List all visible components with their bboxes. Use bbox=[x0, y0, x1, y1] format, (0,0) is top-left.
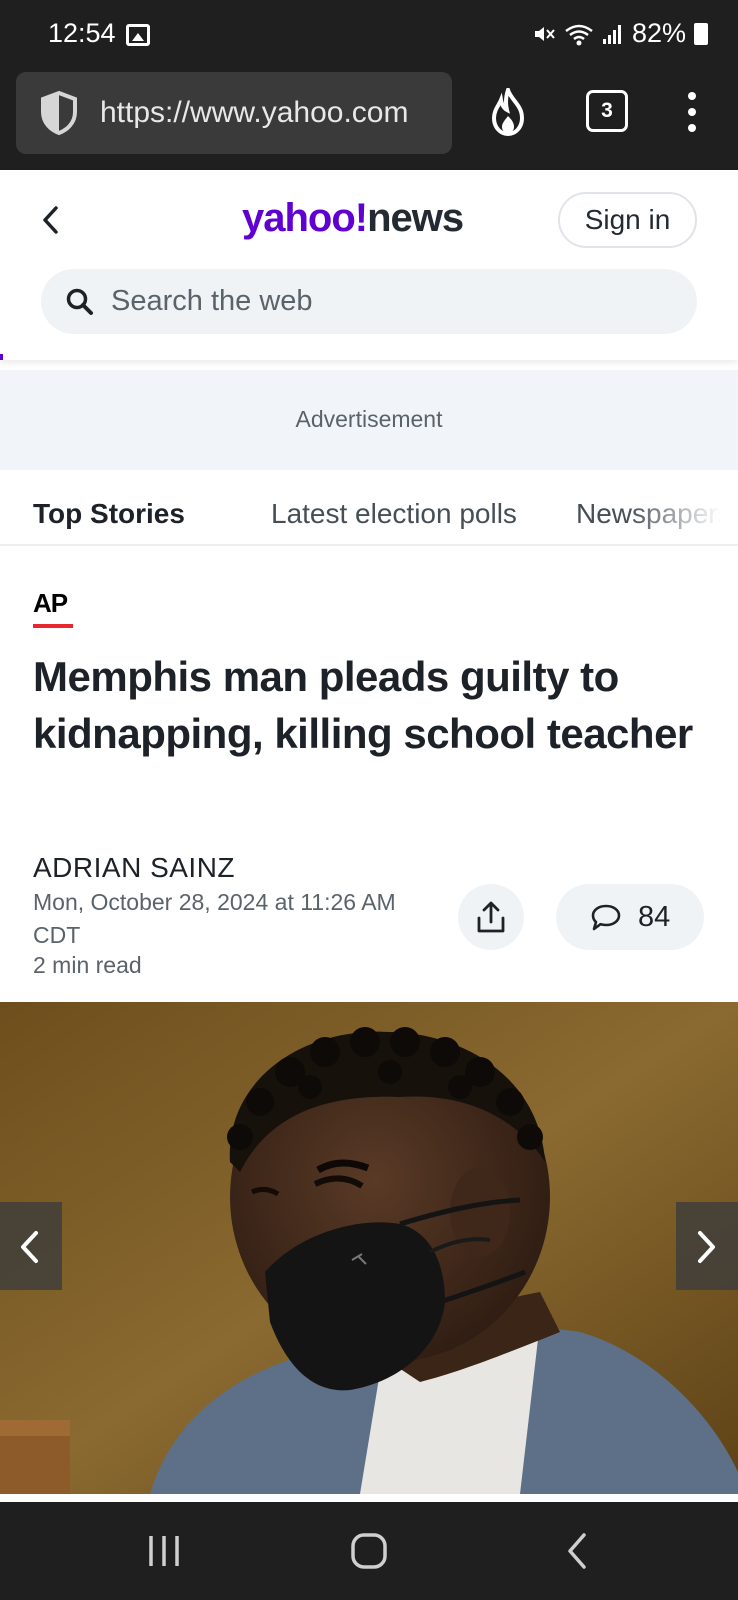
logo-bang-text: ! bbox=[354, 196, 368, 240]
article-read-time: 2 min read bbox=[33, 952, 142, 978]
search-input[interactable] bbox=[111, 279, 671, 324]
signal-icon bbox=[602, 24, 621, 44]
comment-icon bbox=[591, 904, 621, 931]
wifi-icon bbox=[565, 24, 593, 45]
article-headline: Memphis man pleads guilty to kidnapping,… bbox=[33, 653, 693, 757]
shield-icon[interactable] bbox=[38, 90, 80, 136]
yahoo-news-logo[interactable]: yahoo!news bbox=[242, 196, 464, 241]
battery-percent: 82% bbox=[631, 18, 686, 48]
more-menu-icon[interactable] bbox=[682, 92, 702, 140]
battery-icon bbox=[694, 22, 708, 45]
home-icon[interactable] bbox=[350, 1532, 388, 1570]
site-header: yahoo!news Sign in bbox=[0, 170, 738, 360]
recent-apps-icon[interactable] bbox=[146, 1532, 182, 1570]
share-button[interactable] bbox=[458, 884, 524, 950]
article-photo[interactable] bbox=[0, 1002, 738, 1494]
address-bar[interactable]: https://www.yahoo.com bbox=[16, 72, 452, 154]
source-logo[interactable]: AP bbox=[33, 588, 73, 628]
browser-toolbar: https://www.yahoo.com 3 bbox=[0, 66, 738, 170]
logo-news-text: news bbox=[367, 196, 464, 240]
advertisement-label: Advertisement bbox=[295, 406, 443, 432]
progress-indicator bbox=[0, 354, 3, 360]
flame-icon[interactable] bbox=[488, 88, 528, 136]
carousel-prev-button[interactable] bbox=[0, 1202, 62, 1290]
search-icon bbox=[66, 288, 93, 315]
tab-switcher-button[interactable]: 3 bbox=[586, 90, 628, 132]
tab-latest-election-polls[interactable]: Latest election polls bbox=[271, 498, 517, 530]
article-date: Mon, October 28, 2024 at 11:26 AM CDT bbox=[33, 889, 396, 948]
sign-in-button[interactable]: Sign in bbox=[558, 192, 697, 248]
chevron-left-icon bbox=[21, 1231, 38, 1263]
system-back-icon[interactable] bbox=[564, 1532, 590, 1570]
mute-icon bbox=[534, 26, 555, 41]
share-icon bbox=[477, 901, 505, 933]
status-indicators: 82% bbox=[532, 18, 708, 49]
tabs-fade-overlay bbox=[628, 470, 738, 544]
source-logo-bar bbox=[33, 624, 73, 628]
chevron-right-icon bbox=[698, 1231, 715, 1263]
logo-yahoo-text: yahoo bbox=[242, 196, 356, 240]
status-bar: 12:54 82% bbox=[0, 0, 738, 66]
system-nav-bar bbox=[0, 1502, 738, 1600]
url-text[interactable]: https://www.yahoo.com bbox=[100, 96, 408, 130]
status-time: 12:54 bbox=[48, 18, 116, 48]
back-arrow-icon[interactable] bbox=[38, 200, 62, 240]
image-notification-icon bbox=[126, 24, 150, 46]
article-author[interactable]: ADRIAN SAINZ bbox=[33, 852, 235, 884]
source-logo-text: AP bbox=[33, 588, 68, 618]
section-tabs: Top Stories Latest election polls Newspa… bbox=[0, 470, 738, 546]
advertisement-slot: Advertisement bbox=[0, 370, 738, 470]
article-photo-image bbox=[0, 1002, 738, 1494]
search-bar[interactable] bbox=[41, 269, 697, 334]
comment-count: 84 bbox=[638, 901, 671, 933]
tab-top-stories[interactable]: Top Stories bbox=[33, 498, 185, 530]
carousel-next-button[interactable] bbox=[676, 1202, 738, 1290]
comments-button[interactable]: 84 bbox=[556, 884, 704, 950]
